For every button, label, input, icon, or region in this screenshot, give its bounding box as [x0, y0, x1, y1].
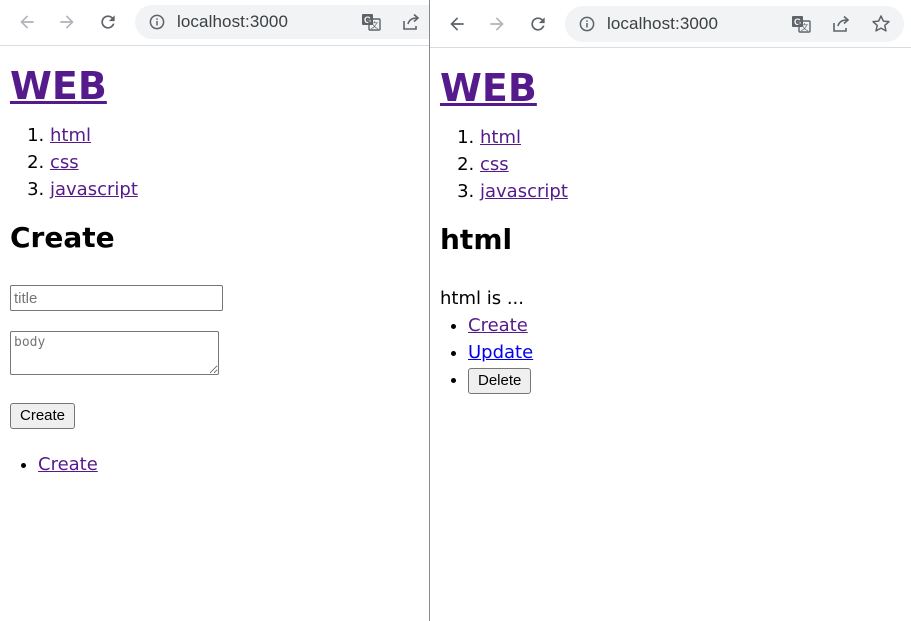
create-link[interactable]: Create — [468, 315, 528, 336]
control-item: Create — [468, 312, 568, 339]
reload-button[interactable] — [96, 10, 120, 34]
info-icon[interactable] — [579, 16, 595, 32]
update-link[interactable]: Update — [468, 342, 533, 363]
title-input[interactable] — [10, 285, 223, 311]
arrow-right-icon — [490, 17, 504, 31]
share-icon[interactable] — [400, 11, 422, 33]
forward-button[interactable] — [55, 10, 79, 34]
topic-body: html is ... — [440, 288, 524, 309]
star-icon[interactable] — [870, 13, 892, 35]
page-heading: html — [440, 223, 513, 256]
control-list: Create — [10, 451, 223, 478]
create-form: Create — [10, 285, 223, 429]
topic-item: css — [50, 149, 223, 176]
topic-item: html — [50, 122, 223, 149]
create-submit-button[interactable]: Create — [10, 403, 76, 429]
site-title: WEB — [10, 64, 223, 108]
topic-link-css[interactable]: css — [50, 152, 79, 173]
address-bar[interactable]: localhost:3000 G 文 — [135, 5, 429, 39]
topic-link-css[interactable]: css — [480, 154, 509, 175]
svg-text:文: 文 — [371, 20, 379, 30]
arrow-left-icon — [20, 15, 34, 29]
control-item: Update — [468, 339, 568, 366]
body-textarea[interactable] — [10, 331, 219, 375]
share-icon[interactable] — [830, 13, 852, 35]
info-icon[interactable] — [149, 14, 165, 30]
topic-item: html — [480, 124, 568, 151]
reload-icon — [531, 17, 545, 31]
site-title: WEB — [440, 66, 568, 110]
reload-button[interactable] — [526, 12, 550, 36]
create-link[interactable]: Create — [38, 454, 98, 475]
control-item: Delete — [468, 366, 568, 394]
translate-icon[interactable]: G 文 — [790, 13, 812, 35]
browser-window-left: localhost:3000 G 文 WEB 1. html 2. css 3.… — [0, 0, 429, 621]
site-title-link[interactable]: WEB — [10, 64, 107, 108]
topic-item: javascript — [50, 176, 223, 203]
arrow-left-icon — [450, 17, 464, 31]
control-item: Create — [38, 451, 223, 478]
browser-toolbar: localhost:3000 G 文 — [430, 0, 911, 48]
svg-text:文: 文 — [801, 22, 809, 32]
topic-item: css — [480, 151, 568, 178]
url-text[interactable]: localhost:3000 — [607, 14, 718, 34]
topic-list: html css javascript — [440, 124, 568, 205]
page-content: WEB html css javascript html html is ...… — [440, 66, 568, 394]
address-bar[interactable]: localhost:3000 G 文 — [565, 6, 904, 42]
reload-icon — [101, 15, 115, 29]
page-content: WEB html css javascript Create Create Cr… — [10, 64, 223, 478]
topic-link-html[interactable]: html — [50, 125, 91, 146]
translate-icon[interactable]: G 文 — [360, 11, 382, 33]
topic-item: javascript — [480, 178, 568, 205]
topic-link-javascript[interactable]: javascript — [480, 181, 568, 202]
page-heading: Create — [10, 221, 115, 254]
browser-toolbar: localhost:3000 G 文 — [0, 0, 429, 46]
topic-link-javascript[interactable]: javascript — [50, 179, 138, 200]
topic-link-html[interactable]: html — [480, 127, 521, 148]
site-title-link[interactable]: WEB — [440, 66, 537, 110]
browser-window-right: localhost:3000 G 文 WEB 1. html 2. css 3.… — [429, 0, 911, 621]
forward-button[interactable] — [485, 12, 509, 36]
url-text[interactable]: localhost:3000 — [177, 12, 288, 32]
back-button[interactable] — [15, 10, 39, 34]
delete-button[interactable]: Delete — [468, 368, 532, 394]
arrow-right-icon — [60, 15, 74, 29]
back-button[interactable] — [445, 12, 469, 36]
control-list: Create Update Delete — [440, 312, 568, 394]
topic-list: html css javascript — [10, 122, 223, 203]
